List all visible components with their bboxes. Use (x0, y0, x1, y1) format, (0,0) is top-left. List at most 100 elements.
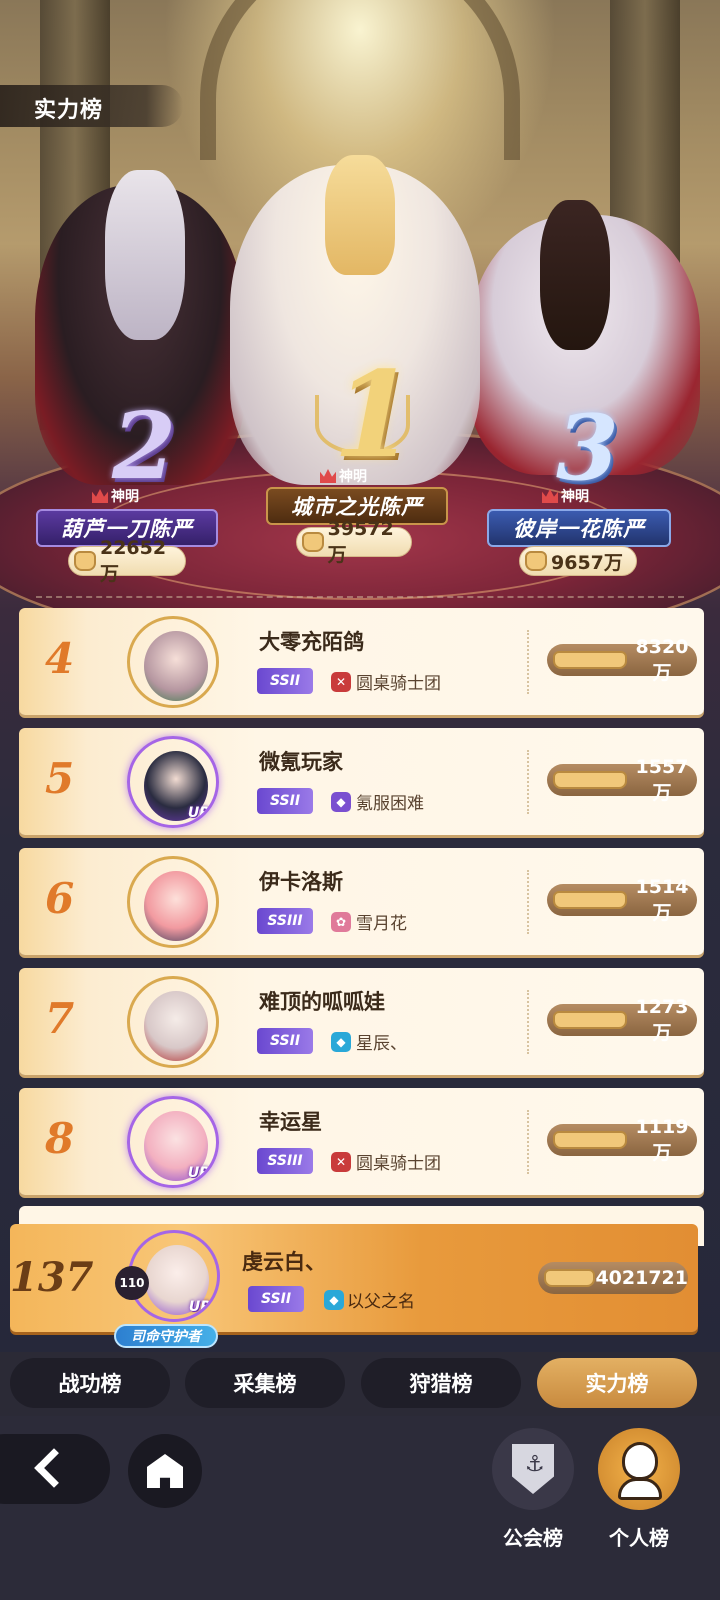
guild-emblem-icon: ◆ (331, 792, 351, 812)
list-item[interactable]: 8 UR 幸运星 SSIII ✕ 圆桌骑士团 1119万 (19, 1088, 704, 1195)
ur-badge: UR (187, 805, 210, 821)
rank-2-power: 22652万 (68, 537, 186, 585)
guild-name: 圆桌骑士团 (356, 674, 441, 694)
personal-rank-button[interactable] (598, 1428, 680, 1510)
fist-icon (553, 891, 627, 909)
list-item[interactable]: 5 UR 微氪玩家 SSII ◆ 氪服困难 1557万 (19, 728, 704, 835)
home-button[interactable] (128, 1434, 202, 1508)
background-arch (200, 0, 520, 160)
power-value: 1514万 (635, 875, 689, 924)
guild-rank-button[interactable]: ⚓ (492, 1428, 574, 1510)
home-icon (147, 1454, 183, 1488)
divider (527, 750, 529, 814)
title-badge: 司命守护者 (114, 1324, 218, 1348)
tier-badge: SSII (248, 1286, 304, 1312)
tab-hunting[interactable]: 狩猎榜 (361, 1358, 521, 1408)
rank-2-title: 神明 (111, 489, 139, 505)
avatar[interactable] (127, 976, 219, 1068)
my-rank: 137 (10, 1254, 94, 1301)
divider (36, 596, 684, 598)
tier-badge: SSII (257, 668, 313, 694)
rank-3-name: 彼岸一花陈严 (487, 509, 671, 547)
list-rank: 7 (45, 994, 75, 1043)
level-badge: 110 (115, 1266, 149, 1300)
rank-2-title-badge: 神明 (92, 485, 139, 507)
avatar[interactable] (127, 616, 219, 708)
rank-3-title: 神明 (561, 489, 589, 505)
list-item[interactable]: 4 大零充陌鸽 SSII ✕ 圆桌骑士团 8320万 (19, 608, 704, 715)
bottom-bar: ⚓ 公会榜 个人榜 (0, 1416, 720, 1600)
crown-icon (92, 489, 108, 503)
tier-badge: SSII (257, 1028, 313, 1054)
ur-badge: UR (188, 1299, 211, 1315)
back-button[interactable] (0, 1434, 110, 1504)
power-pill: 1557万 (547, 756, 697, 804)
crown-icon (320, 469, 336, 483)
divider (527, 870, 529, 934)
list-rank: 8 (45, 1114, 75, 1163)
avatar[interactable] (127, 856, 219, 948)
crown-icon (542, 489, 558, 503)
flower-emblem-icon: ✿ (331, 912, 351, 932)
tab-strength[interactable]: 实力榜 (537, 1358, 697, 1408)
player-name: 微氪玩家 (259, 750, 343, 774)
list-item[interactable]: 6 伊卡洛斯 SSIII ✿ 雪月花 1514万 (19, 848, 704, 955)
avatar[interactable]: UR (127, 1096, 219, 1188)
fist-icon (302, 532, 324, 552)
player-name: 幸运星 (259, 1110, 322, 1134)
player-name: 大零充陌鸽 (259, 630, 364, 654)
rank-1-title-badge: 神明 (320, 465, 367, 487)
fist-icon (544, 1269, 596, 1287)
list-rank: 5 (45, 754, 75, 803)
rank-1-number: 1 (333, 345, 416, 484)
diamond-emblem-icon: ◆ (331, 1032, 351, 1052)
character-head-icon (622, 1442, 658, 1480)
fist-icon (553, 651, 627, 669)
power-value: 1557万 (635, 755, 689, 804)
fist-icon (553, 771, 627, 789)
tab-gathering[interactable]: 采集榜 (185, 1358, 345, 1408)
fist-icon (553, 1131, 627, 1149)
rank-2-power-value: 22652万 (99, 536, 167, 585)
rank-3-power-value: 9657万 (551, 551, 623, 574)
tier-badge: SSII (257, 788, 313, 814)
rank-1-power: 39572万 (296, 518, 412, 566)
guild-rank-label[interactable]: 公会榜 (483, 1522, 583, 1551)
list-item[interactable]: 7 难顶的呱呱娃 SSII ◆ 星辰、 1273万 (19, 968, 704, 1075)
divider (527, 990, 529, 1054)
power-pill: 4021721 (538, 1262, 688, 1294)
fist-icon (553, 1011, 627, 1029)
my-guild-name: 以父之名 (347, 1292, 415, 1312)
chevron-left-icon (34, 1448, 74, 1488)
rank-1-power-value: 39572万 (327, 517, 394, 566)
anchor-icon: ⚓ (525, 1452, 545, 1477)
ranking-tabs: 战功榜 采集榜 狩猎榜 实力榜 (0, 1352, 720, 1416)
podium-banner: 1 2 3 神明 神明 神明 城市之光陈严 葫芦一刀陈严 彼岸一花陈严 3957… (0, 0, 720, 610)
tab-merit[interactable]: 战功榜 (10, 1358, 170, 1408)
rank-3-title-badge: 神明 (542, 485, 589, 507)
my-name: 虔云白、 (242, 1250, 326, 1274)
fist-icon (525, 551, 547, 571)
guild-emblem-icon: ✕ (331, 1152, 351, 1172)
personal-rank-label[interactable]: 个人榜 (589, 1522, 689, 1551)
player-name: 伊卡洛斯 (259, 870, 343, 894)
ur-badge: UR (187, 1165, 210, 1181)
power-pill: 1273万 (547, 996, 697, 1044)
character-body-icon (618, 1478, 662, 1500)
power-pill: 8320万 (547, 636, 697, 684)
rank-2-number: 2 (112, 392, 177, 500)
power-value: 1273万 (635, 995, 689, 1044)
power-value: 1119万 (635, 1115, 689, 1164)
tier-badge: SSIII (257, 1148, 313, 1174)
avatar[interactable]: UR (127, 736, 219, 828)
list-rank: 4 (45, 634, 75, 683)
power-pill: 1514万 (547, 876, 697, 924)
guild-name: 圆桌骑士团 (356, 1154, 441, 1174)
guild-name: 雪月花 (356, 914, 407, 934)
page-title: 实力榜 (0, 85, 183, 127)
my-rank-row[interactable]: 137 UR 110 虔云白、 SSII ◆ 以父之名 4021721 (10, 1224, 698, 1332)
guild-emblem-icon: ✕ (331, 672, 351, 692)
divider (527, 1110, 529, 1174)
fist-icon (74, 551, 96, 571)
list-rank: 6 (45, 874, 75, 923)
